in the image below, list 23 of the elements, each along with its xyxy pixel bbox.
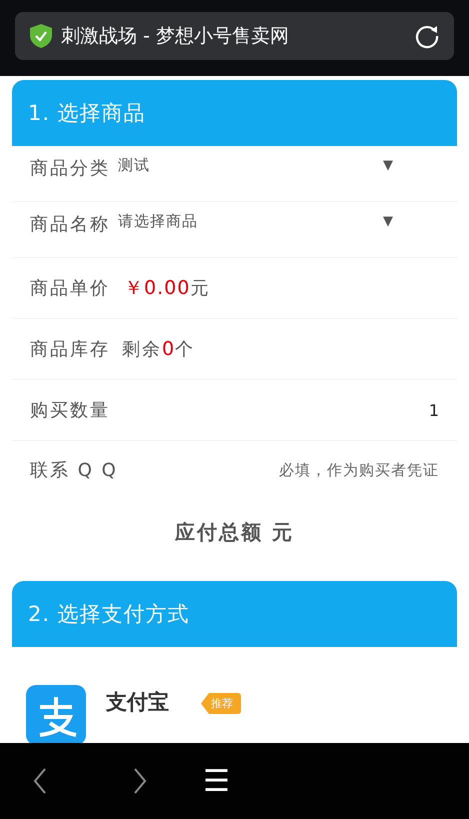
qq-input-field[interactable]: 必填，作为购买者凭证: [249, 461, 439, 479]
address-bar[interactable]: 刺激战场 - 梦想小号售卖网: [15, 12, 454, 60]
field-label: 商品名称: [30, 213, 110, 236]
field-label: 联系 Q Q: [30, 459, 118, 482]
select-value[interactable]: 测试: [118, 156, 150, 175]
section-header: 1. 选择商品: [12, 80, 457, 146]
select-value[interactable]: 请选择商品: [118, 212, 198, 231]
field-label: 商品分类: [30, 157, 110, 180]
price-value: ￥0.00元: [124, 276, 210, 301]
field-label: 商品库存: [30, 338, 110, 361]
dropdown-arrow-icon[interactable]: ▼: [383, 214, 395, 229]
payment-method-name[interactable]: 支付宝: [106, 688, 169, 716]
recommended-badge: 推荐: [201, 693, 241, 714]
field-label: 购买数量: [30, 399, 110, 422]
quantity-field[interactable]: 1: [428, 400, 439, 420]
reload-icon[interactable]: [414, 23, 440, 49]
dropdown-arrow-icon[interactable]: ▼: [383, 158, 395, 173]
field-label: 商品单价: [30, 277, 110, 300]
alipay-logo-icon[interactable]: [26, 685, 86, 745]
page-title: 刺激战场 - 梦想小号售卖网: [61, 24, 290, 49]
section-header: 2. 选择支付方式: [12, 581, 457, 647]
stock-value: 剩余 0个: [122, 337, 196, 361]
total-amount: 应付总额 元: [174, 519, 295, 546]
